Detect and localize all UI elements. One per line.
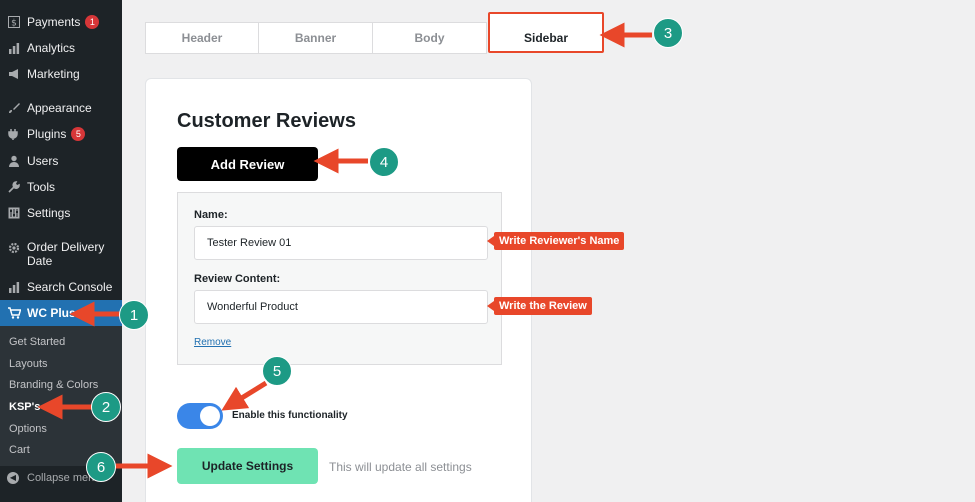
step-badge-2: 2 — [91, 392, 121, 422]
callout-pointer-name — [487, 236, 494, 246]
arrow-step-5 — [221, 380, 268, 411]
step-badge-4: 4 — [369, 147, 399, 177]
callout-write-review: Write the Review — [494, 297, 592, 315]
annotation-arrows — [37, 22, 652, 479]
step-badge-6: 6 — [86, 452, 116, 482]
callout-pointer-review — [487, 301, 494, 311]
step-badge-3: 3 — [653, 18, 683, 48]
step-badge-1: 1 — [119, 300, 149, 330]
step-badge-5: 5 — [262, 356, 292, 386]
callout-reviewer-name: Write Reviewer's Name — [494, 232, 625, 250]
